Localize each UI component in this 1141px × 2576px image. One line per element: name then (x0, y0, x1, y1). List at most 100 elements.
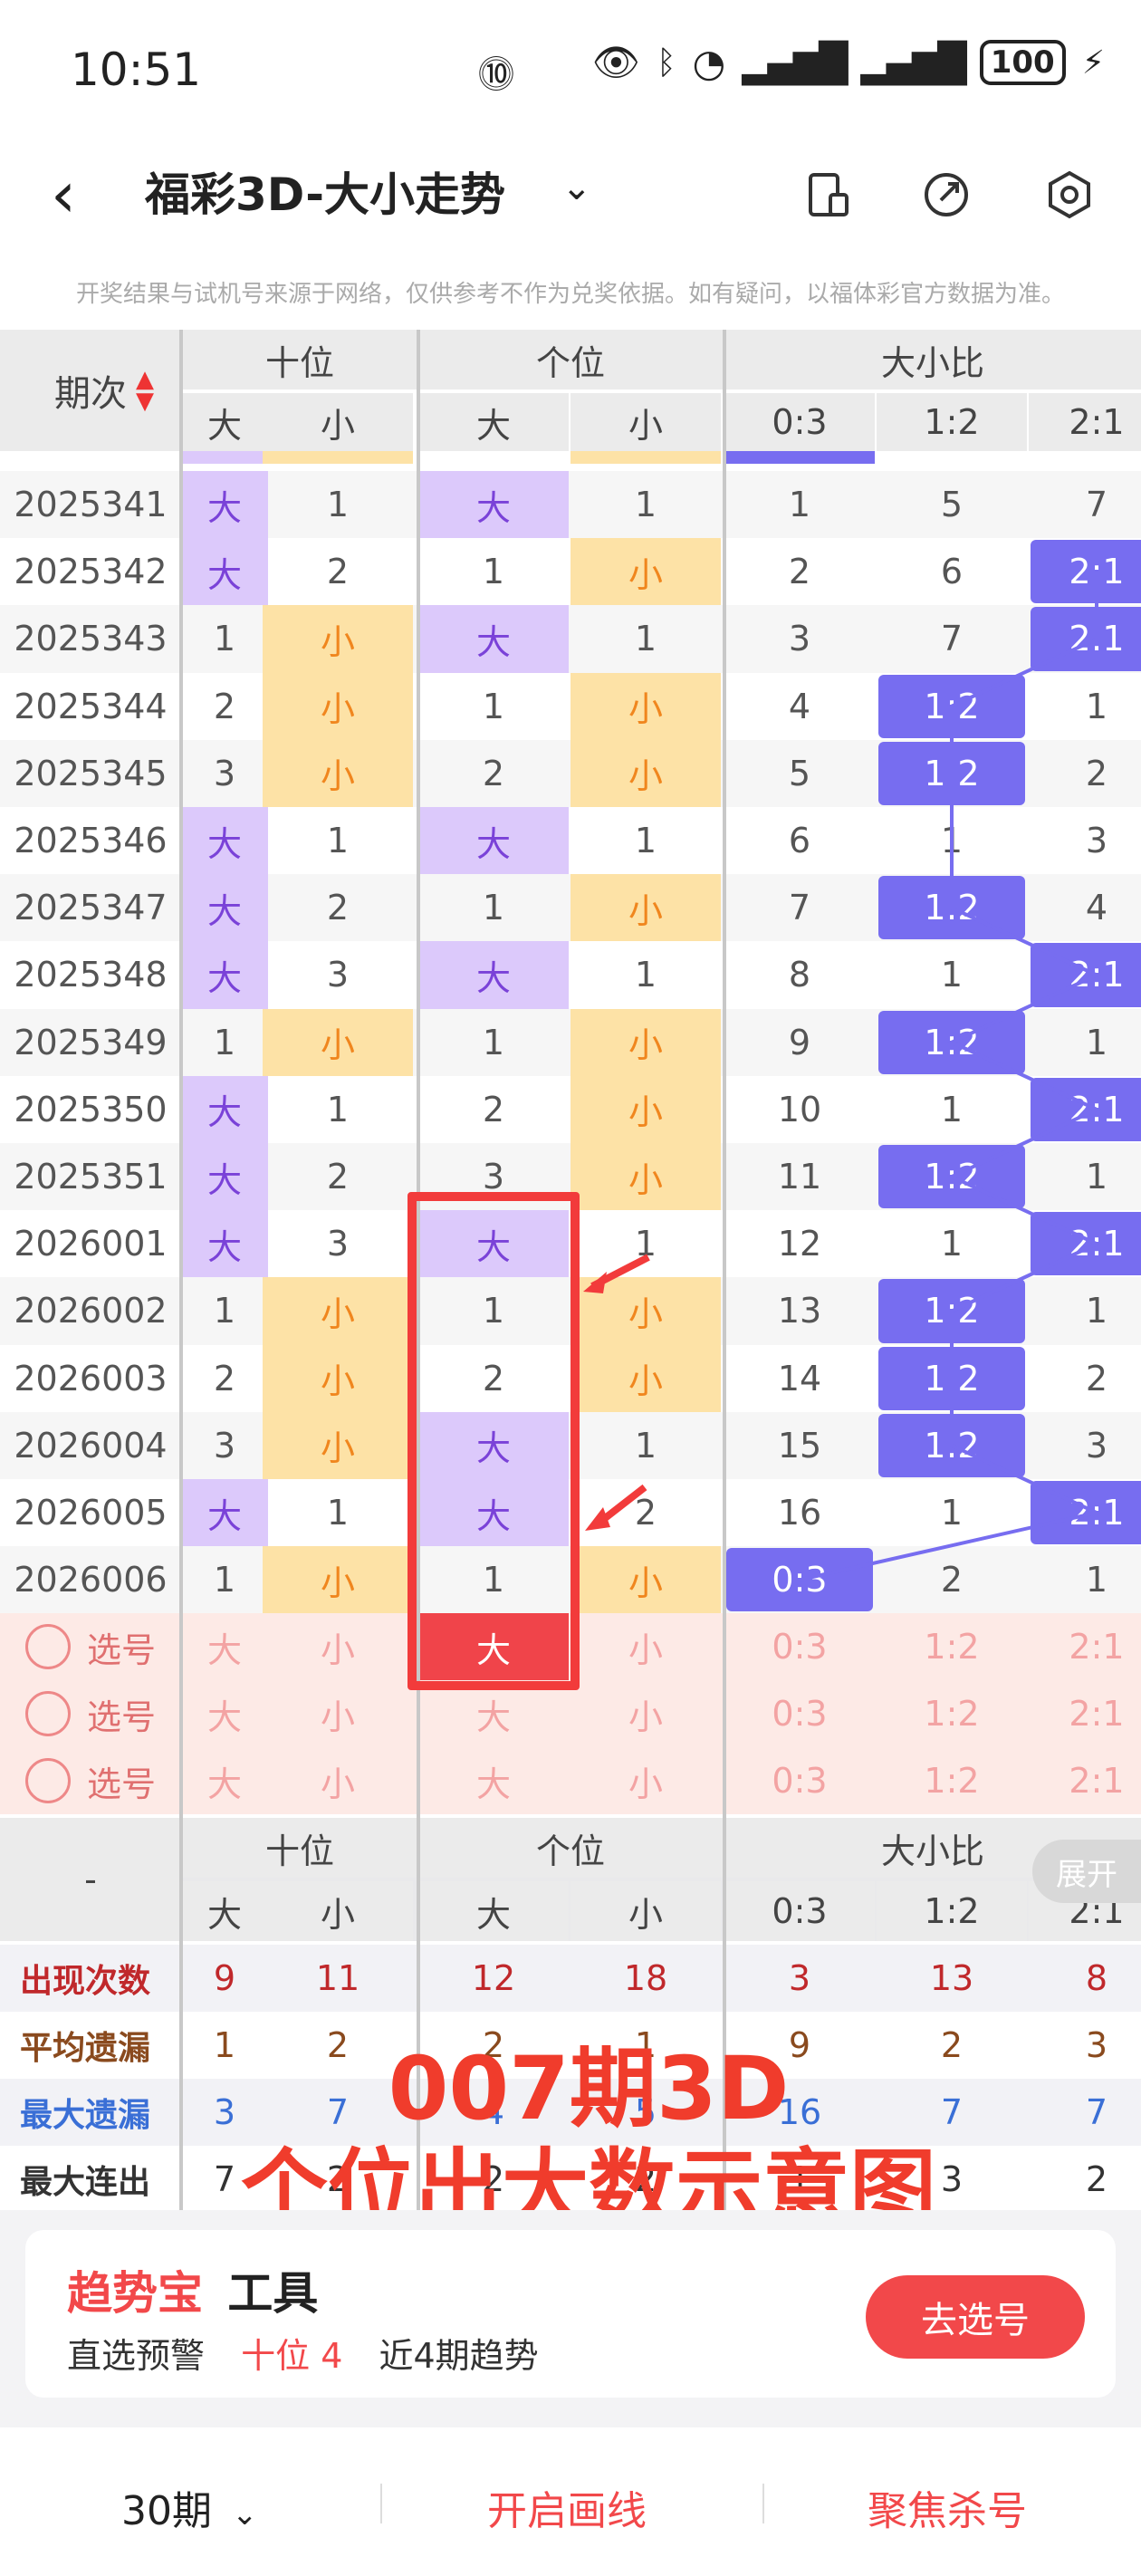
select-cell[interactable]: 1:2 (877, 1747, 1027, 1814)
back-icon[interactable]: ‹ (51, 163, 76, 226)
select-cell[interactable]: 小 (570, 1680, 721, 1747)
stats-cell: 18 (623, 1958, 668, 1999)
table-cell: 1 (634, 485, 657, 525)
table-cell: 3 (788, 619, 811, 659)
table-cell: 1 (634, 821, 657, 861)
select-cell[interactable]: 大 (181, 1747, 268, 1814)
select-cell[interactable]: 大 (181, 1613, 268, 1680)
column-header: 小 (570, 1881, 721, 1942)
period-header[interactable]: 期次 (0, 330, 181, 451)
select-label: 选号 (86, 1697, 156, 1737)
table-cell: 2 (213, 686, 236, 726)
sort-icon-down[interactable]: ▼ (136, 389, 154, 413)
table-cell: 2 (940, 1560, 964, 1600)
group-header: 十位 (181, 330, 418, 389)
table-cell: 2:1 (1031, 943, 1141, 1007)
table-cell: 小 (263, 1546, 413, 1614)
expand-button[interactable]: 展开 (1032, 1840, 1141, 1904)
tools-sub-2: 十位 4 (241, 2336, 343, 2376)
select-cell[interactable]: 2:1 (1029, 1613, 1141, 1680)
period-cell: 2025341 (14, 485, 168, 525)
table-cell: 2 (326, 552, 350, 592)
tools-subtitle: 直选预警 十位 4 近4期趋势 (67, 2328, 539, 2378)
table-cell: 小 (263, 739, 413, 807)
table-cell: 4 (788, 686, 811, 726)
select-cell[interactable]: 2:1 (1029, 1747, 1141, 1814)
select-cell[interactable]: 大 (418, 1680, 569, 1747)
stats-cell: 3 (1085, 2025, 1108, 2066)
select-cell[interactable]: 小 (263, 1680, 413, 1747)
period-cell: 2025347 (14, 888, 168, 928)
stats-cell: 7 (1085, 2092, 1108, 2133)
highlight-box (408, 1192, 580, 1690)
stats-label: 最大连出 (20, 2164, 151, 2202)
sort-icon[interactable]: ▲ (136, 368, 154, 391)
table-cell: 1 (1085, 1291, 1108, 1331)
period-cell: 2025346 (14, 821, 168, 861)
page-title[interactable]: 福彩3D-大小走势 (145, 163, 505, 226)
table-cell: 1:2 (878, 741, 1025, 805)
table-cell: 小 (263, 1277, 413, 1345)
data-saver-icon: ⓾ (478, 54, 514, 96)
table-cell: 1 (1085, 1560, 1108, 1600)
table-cell: 大 (181, 538, 268, 606)
go-select-button[interactable]: 去选号 (866, 2275, 1085, 2359)
period-selector[interactable]: 30期 ⌄ (121, 2478, 258, 2536)
column-header: 大 (418, 393, 569, 451)
chevron-down-icon: ⌄ (232, 2496, 258, 2533)
select-cell[interactable]: 小 (263, 1613, 413, 1680)
select-row-label[interactable]: 选号 (0, 1747, 181, 1814)
focus-kill-button[interactable]: 聚焦杀号 (868, 2478, 1027, 2536)
select-cell[interactable]: 大 (181, 1680, 268, 1747)
table-cell: 1 (326, 1493, 350, 1533)
select-cell[interactable]: 小 (570, 1613, 721, 1680)
select-row-label[interactable]: 选号 (0, 1613, 181, 1680)
table-cell: 2 (1085, 753, 1108, 793)
table-cell: 2 (326, 1157, 350, 1197)
select-cell[interactable]: 大 (418, 1747, 569, 1814)
device-icon[interactable] (797, 163, 860, 226)
table-cell: 1:2 (878, 1145, 1025, 1209)
select-cell[interactable]: 0:3 (724, 1613, 875, 1680)
period-cell: 2025343 (14, 619, 168, 659)
select-cell[interactable]: 小 (263, 1747, 413, 1814)
table-cell: 小 (570, 1143, 721, 1211)
column-header: 0:3 (724, 1881, 875, 1942)
status-time: 10:51 (71, 43, 202, 96)
radio-circle-icon[interactable] (24, 1624, 71, 1670)
table-cell: 2 (213, 1358, 236, 1399)
select-cell[interactable]: 1:2 (877, 1680, 1027, 1747)
battery-icon: 100 (979, 40, 1066, 85)
period-cell: 2026003 (14, 1358, 168, 1399)
disclaimer-notice: 开奖结果与试机号来源于网络，仅供参考不作为兑奖依据。如有疑问，以福体彩官方数据为… (75, 281, 1065, 308)
select-cell[interactable]: 2:1 (1029, 1680, 1141, 1747)
table-cell: 1 (788, 485, 811, 525)
select-cell[interactable]: 小 (570, 1747, 721, 1814)
table-cell: 10 (777, 1089, 822, 1129)
tools-sub-3: 近4期趋势 (379, 2336, 539, 2376)
table-cell: 1 (213, 1291, 236, 1331)
radio-circle-icon[interactable] (24, 1758, 71, 1804)
table-cell: 13 (777, 1291, 822, 1331)
stats-cell: 3 (788, 1958, 811, 1999)
select-cell[interactable]: 0:3 (724, 1680, 875, 1747)
table-cell: 1 (213, 1022, 236, 1062)
select-row-label[interactable]: 选号 (0, 1680, 181, 1747)
chevron-down-icon[interactable]: ⌄ (561, 167, 592, 208)
group-header: 个位 (418, 1818, 723, 1879)
table-cell: 8 (788, 955, 811, 995)
table-cell: 小 (570, 538, 721, 606)
draw-line-button[interactable]: 开启画线 (487, 2478, 647, 2536)
table-cell: 3 (213, 753, 236, 793)
select-cell[interactable]: 1:2 (877, 1613, 1027, 1680)
period-cell: 2025349 (14, 1022, 168, 1062)
radio-circle-icon[interactable] (24, 1691, 71, 1737)
settings-icon[interactable] (1038, 163, 1101, 226)
table-cell: 大 (181, 874, 268, 942)
table-cell: 1 (1085, 1022, 1108, 1062)
table-cell: 大 (181, 941, 268, 1009)
share-icon[interactable] (915, 163, 978, 226)
table-cell: 大 (418, 807, 569, 875)
row-sliver (181, 451, 268, 464)
select-cell[interactable]: 0:3 (724, 1747, 875, 1814)
